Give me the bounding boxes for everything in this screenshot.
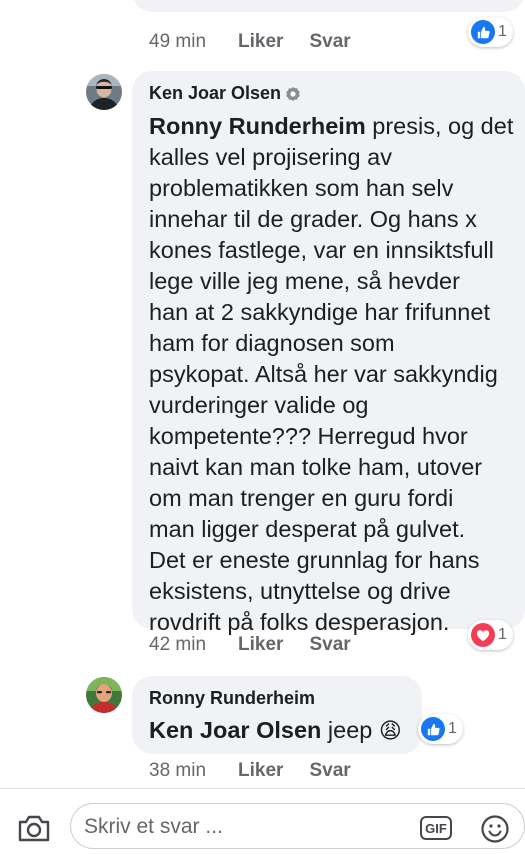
reply-button[interactable]: Svar [309,634,350,656]
reply-placeholder: Skriv et svar ... [84,815,223,838]
comment-line: han at 2 sakkyndige har frifunnet [149,299,490,325]
comment-line: ham for diagnosen som [149,330,395,356]
weary-face-emoji: 😩 [378,718,402,743]
comment-line: lege ville jeg mene, så hevder [149,268,460,294]
comment-bubble-3: Ronny Runderheim Ken Joar Olsen jeep 😩 [132,676,422,754]
comment-text: Ronny Runderheim presis, og det kalles v… [149,111,519,638]
comment-line: jeep [321,717,379,743]
comment-line: presis, og det [365,113,514,139]
like-button[interactable]: Liker [238,634,283,656]
reply-input[interactable]: Skriv et svar ... GIF [70,803,525,849]
avatar[interactable] [86,677,122,713]
reply-button[interactable]: Svar [309,31,350,53]
comment-meta-2: 42 min Liker Svar [149,634,377,656]
like-icon [421,717,445,741]
like-button[interactable]: Liker [238,760,283,782]
verified-badge-icon [285,86,301,102]
comment-line: vurderinger valide og [149,392,369,418]
comment-time: 42 min [149,634,207,655]
avatar[interactable] [86,74,122,110]
reaction-badge-3[interactable]: 1 [418,714,463,744]
like-icon [471,20,495,44]
comment-line: psykopat. Altså her var sakkyndig [149,361,498,387]
comment-meta-3: 38 min Liker Svar [149,760,377,782]
comment-line: man ligger desperat på gulvet. [149,516,466,542]
comment-line: om man trenger en guru fordi [149,485,454,511]
reaction-badge-2[interactable]: 1 [468,620,513,650]
comment-bubble-2: Ken Joar Olsen Ronny Runderheim presis, … [132,71,525,635]
comment-line: kompetente??? Herregud hvor [149,423,468,449]
comment-bubble-1 [132,0,525,12]
mention-link[interactable]: Ken Joar Olsen [149,717,321,743]
comment-meta-1: 49 min Liker Svar [149,31,377,53]
camera-icon[interactable] [17,813,51,848]
emoji-icon[interactable] [480,814,510,849]
reaction-count: 1 [498,23,507,40]
comment-line: eksistens, utnyttelse og drive [149,578,451,604]
comment-line: Det er eneste grunnlag for hans [149,547,480,573]
comment-line: innehar til de grader. Og hans x [149,206,477,232]
gif-button[interactable]: GIF [420,816,452,840]
comment-author[interactable]: Ronny Runderheim [149,688,315,708]
comment-line: problematikken som han selv [149,175,454,201]
comment-text: Ken Joar Olsen jeep 😩 [149,715,402,746]
reaction-count: 1 [448,720,457,737]
comment-time: 49 min [149,31,207,52]
comment-line: kones fastlege, var en innsiktsfull [149,237,494,263]
reply-button[interactable]: Svar [309,760,350,782]
comment-line: naivt kan man tolke ham, utover [149,454,483,480]
love-icon [471,623,495,647]
mention-link[interactable]: Ronny Runderheim [149,113,366,139]
gif-label: GIF [425,820,447,836]
comment-author[interactable]: Ken Joar Olsen [149,83,281,104]
reply-composer: Skriv et svar ... GIF [0,788,525,854]
like-button[interactable]: Liker [238,31,283,53]
comment-line: kalles vel projisering av [149,144,392,170]
comment-time: 38 min [149,760,207,781]
reaction-count: 1 [498,626,507,643]
reaction-badge-1[interactable]: 1 [468,17,513,47]
